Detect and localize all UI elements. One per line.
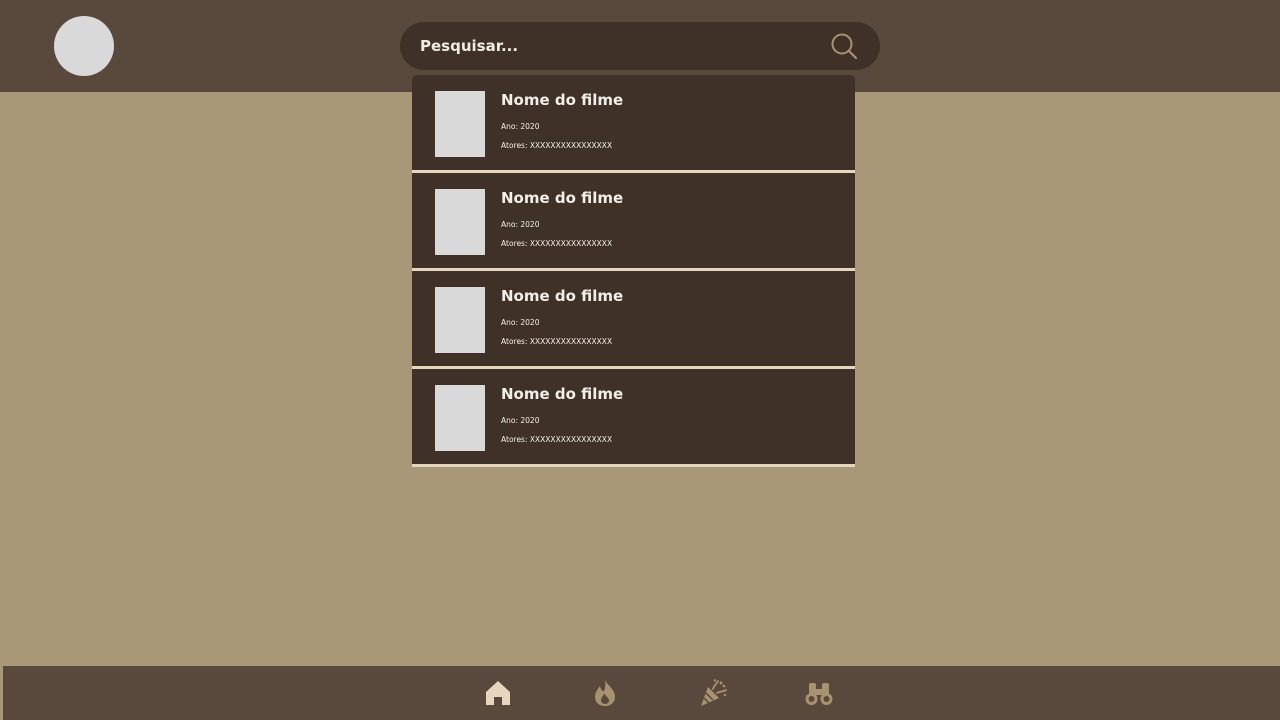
movie-year: Ano: 2020 (501, 318, 540, 327)
movie-poster (435, 189, 485, 255)
movie-actors: Atores: XXXXXXXXXXXXXXXX (501, 141, 613, 150)
party-popper-icon[interactable] (698, 678, 728, 708)
search-result-item[interactable]: Nome do filme Ano: 2020 Atores: XXXXXXXX… (412, 369, 855, 467)
movie-poster (435, 385, 485, 451)
movie-title: Nome do filme (501, 189, 624, 207)
home-icon[interactable] (483, 678, 513, 708)
search-result-item[interactable]: Nome do filme Ano: 2020 Atores: XXXXXXXX… (412, 271, 855, 369)
bottom-nav-bar (3, 666, 1280, 720)
movie-title: Nome do filme (501, 385, 624, 403)
movie-actors: Atores: XXXXXXXXXXXXXXXX (501, 435, 613, 444)
fire-icon[interactable] (590, 678, 620, 708)
binoculars-icon[interactable] (804, 678, 834, 708)
movie-title: Nome do filme (501, 287, 624, 305)
movie-year: Ano: 2020 (501, 220, 540, 229)
search-results-dropdown: Nome do filme Ano: 2020 Atores: XXXXXXXX… (412, 75, 855, 467)
movie-year: Ano: 2020 (501, 416, 540, 425)
avatar[interactable] (54, 16, 114, 76)
movie-poster (435, 91, 485, 157)
movie-title: Nome do filme (501, 91, 624, 109)
search-result-item[interactable]: Nome do filme Ano: 2020 Atores: XXXXXXXX… (412, 173, 855, 271)
search-input[interactable] (420, 22, 820, 70)
movie-actors: Atores: XXXXXXXXXXXXXXXX (501, 337, 613, 346)
search-result-item[interactable]: Nome do filme Ano: 2020 Atores: XXXXXXXX… (412, 75, 855, 173)
search-bar (400, 22, 880, 70)
search-icon[interactable] (830, 32, 858, 60)
movie-poster (435, 287, 485, 353)
app-page: Nome do filme Ano: 2020 Atores: XXXXXXXX… (0, 0, 1280, 720)
movie-year: Ano: 2020 (501, 122, 540, 131)
movie-actors: Atores: XXXXXXXXXXXXXXXX (501, 239, 613, 248)
